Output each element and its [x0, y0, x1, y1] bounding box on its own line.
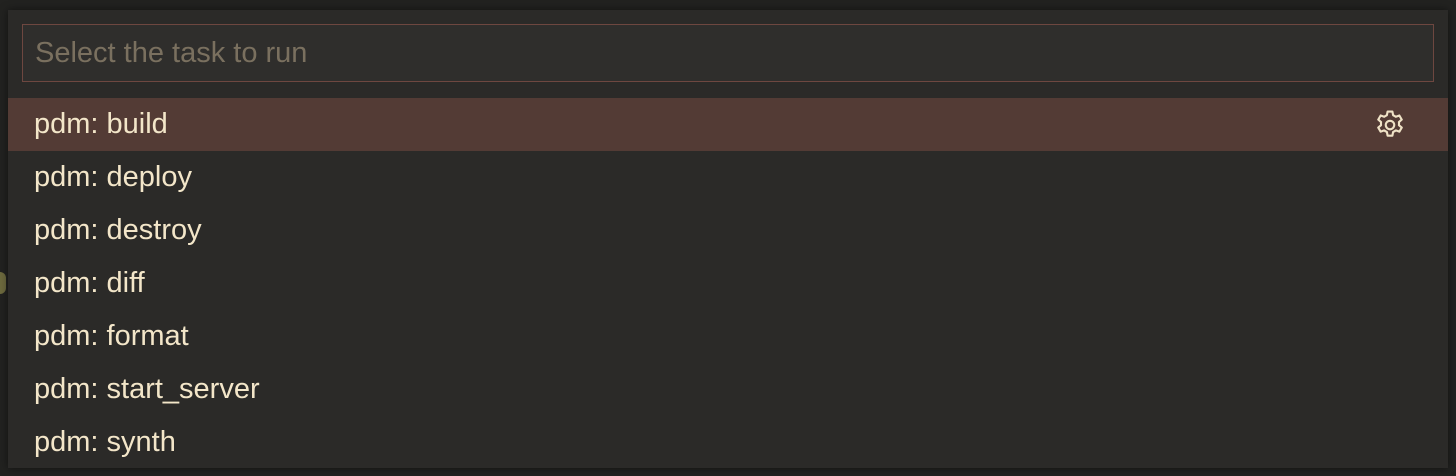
- task-item-label: pdm: format: [34, 320, 189, 352]
- task-item-start-server[interactable]: pdm: start_server: [8, 363, 1448, 416]
- gear-icon[interactable]: [1370, 105, 1410, 145]
- quick-pick-input-container[interactable]: [22, 24, 1434, 82]
- task-item-format[interactable]: pdm: format: [8, 310, 1448, 363]
- task-item-label: pdm: synth: [34, 426, 176, 458]
- task-item-deploy[interactable]: pdm: deploy: [8, 151, 1448, 204]
- task-item-destroy[interactable]: pdm: destroy: [8, 204, 1448, 257]
- editor-edge-marker: [0, 272, 6, 294]
- task-item-label: pdm: diff: [34, 267, 145, 299]
- task-item-label: pdm: destroy: [34, 214, 202, 246]
- editor-window: pdm: build pdm: deploy pdm: destroy pdm:…: [0, 0, 1456, 476]
- task-search-input[interactable]: [23, 25, 1433, 81]
- task-item-synth[interactable]: pdm: synth: [8, 416, 1448, 469]
- quick-pick-panel: pdm: build pdm: deploy pdm: destroy pdm:…: [8, 10, 1448, 468]
- task-item-label: pdm: deploy: [34, 161, 192, 193]
- task-item-label: pdm: start_server: [34, 373, 260, 405]
- task-item-label: pdm: build: [34, 108, 168, 140]
- task-item-diff[interactable]: pdm: diff: [8, 257, 1448, 310]
- task-item-build[interactable]: pdm: build: [8, 98, 1448, 151]
- task-list: pdm: build pdm: deploy pdm: destroy pdm:…: [8, 98, 1448, 469]
